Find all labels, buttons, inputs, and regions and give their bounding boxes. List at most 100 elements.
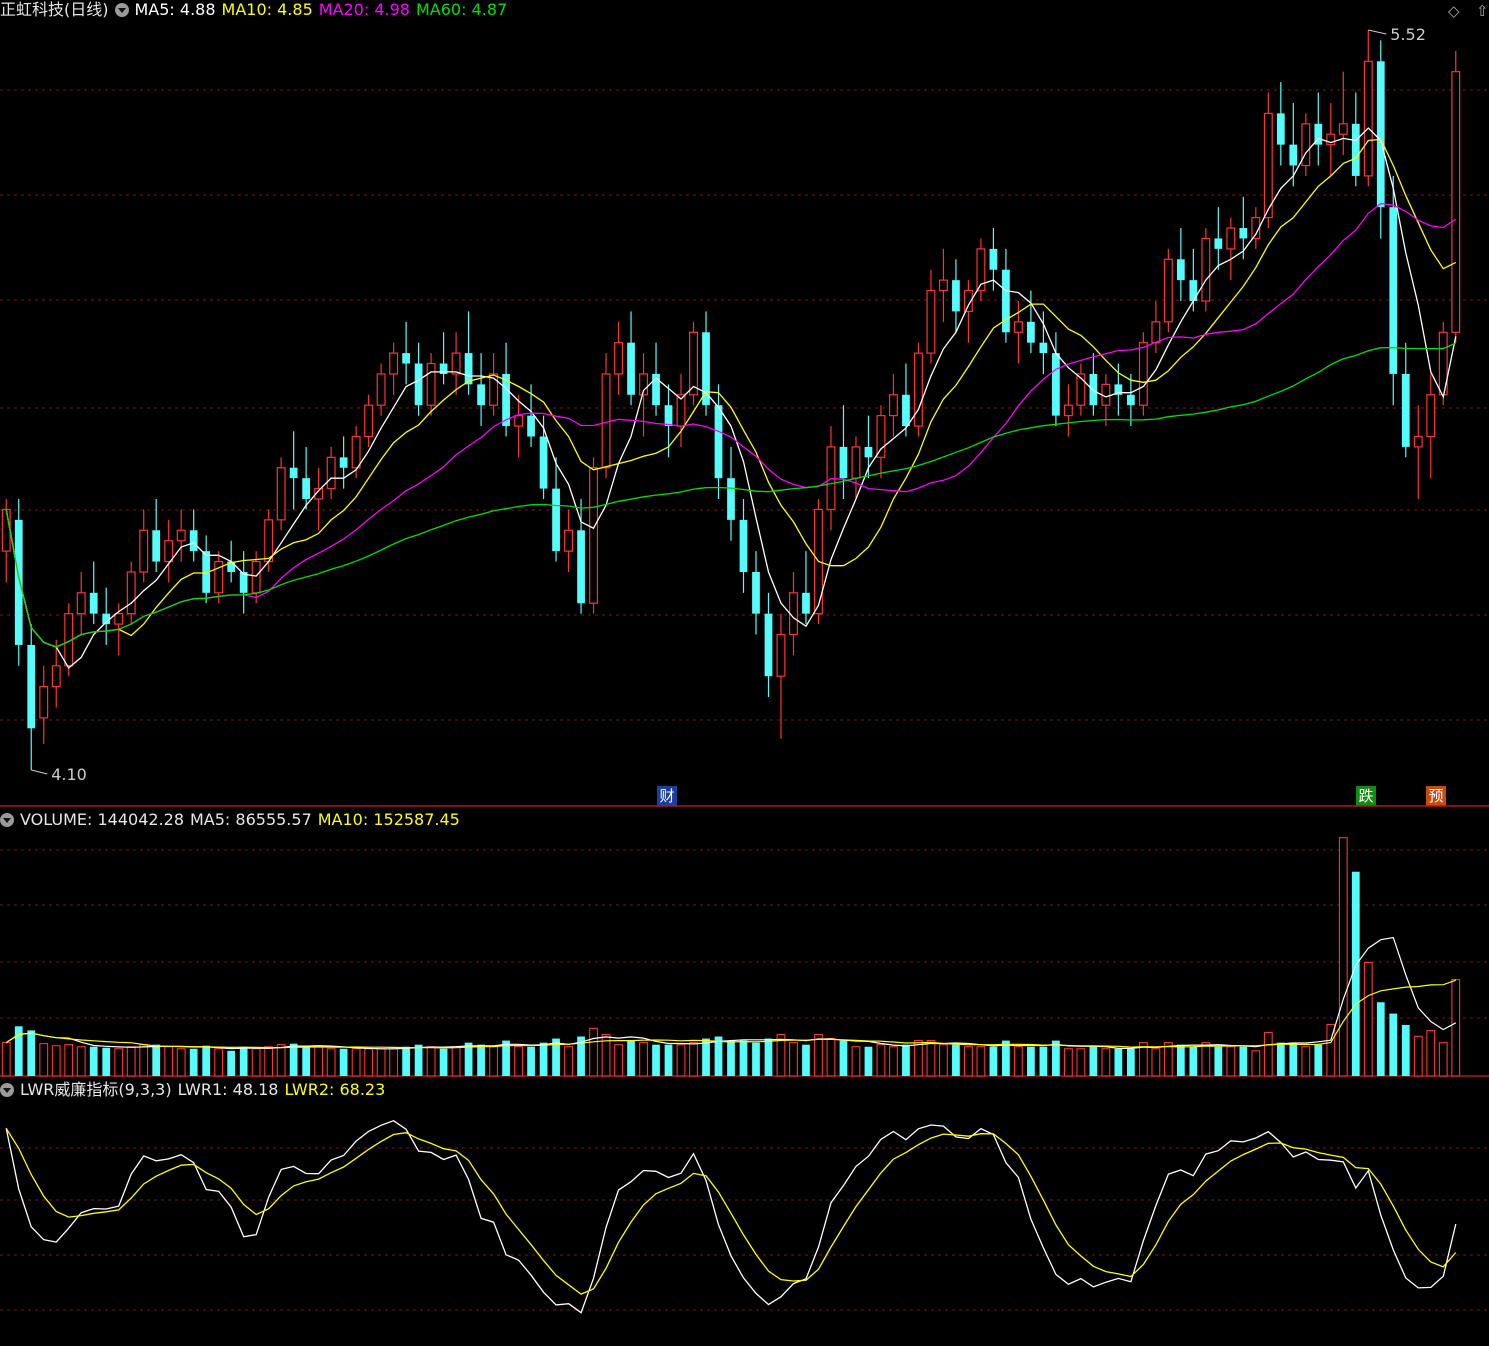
candle-body [39, 686, 49, 719]
volume-bar [302, 1046, 311, 1076]
candle-body [351, 435, 361, 469]
volume-bar [727, 1040, 735, 1076]
volume-bar [876, 1044, 886, 1077]
low-price-label: 4.10 [51, 765, 87, 784]
candle-body [376, 373, 386, 406]
volume-bar [1451, 978, 1461, 1077]
volume-bar [902, 1044, 910, 1076]
candle-body [1189, 280, 1198, 301]
volume-bar [614, 1044, 623, 1077]
volume-bar [164, 1046, 174, 1077]
candle-body [989, 248, 998, 270]
volume-bar [589, 1027, 598, 1077]
candle-body [926, 289, 936, 354]
volume-bar [1426, 1030, 1436, 1077]
candle-body [851, 446, 861, 479]
volume-bar [989, 1046, 998, 1076]
volume-bar [451, 1046, 461, 1077]
candle-body [1138, 342, 1148, 406]
candle-body [938, 279, 948, 292]
candle-body [1176, 259, 1185, 281]
volume-bar [1, 1042, 11, 1077]
volume-bar [326, 1048, 336, 1077]
candle-body [876, 415, 886, 458]
volume-bar [739, 1040, 748, 1076]
volume-bar [351, 1048, 361, 1077]
candle-body [152, 530, 161, 562]
candle-body [1451, 71, 1461, 333]
candle-body [689, 331, 698, 396]
volume-ma5-line [5, 936, 1457, 1050]
candle-body [577, 530, 585, 604]
candle-body [1151, 321, 1161, 344]
volume-bar [364, 1048, 374, 1077]
candle-body [1351, 123, 1360, 176]
volume-bar [1151, 1048, 1161, 1077]
volume-bar [752, 1042, 760, 1076]
candle-body [739, 519, 748, 572]
candle-body [664, 405, 673, 427]
volume-bar [1438, 1042, 1448, 1077]
volume-bar [214, 1048, 224, 1077]
volume-bar [564, 1046, 573, 1077]
volume-bar [1089, 1046, 1098, 1076]
volume-bar [389, 1048, 399, 1077]
candle-body [426, 362, 436, 406]
volume-bar [489, 1046, 499, 1077]
candle-body [764, 613, 773, 677]
volume-bar [514, 1046, 523, 1077]
candle-body [902, 394, 910, 427]
candle-body [1263, 112, 1273, 219]
volume-bar [689, 1042, 698, 1077]
candle-body [614, 342, 624, 375]
volume-bar [1301, 1046, 1311, 1077]
candle-body [1089, 373, 1098, 406]
candle-body [864, 446, 873, 458]
volume-bar [627, 1040, 635, 1076]
candle-body [627, 342, 635, 395]
candle-body [176, 529, 186, 542]
volume-bar [527, 1046, 535, 1076]
volume-bar [814, 1033, 823, 1077]
low-marker-arrow [31, 769, 48, 775]
volume-ma10-line [5, 979, 1457, 1049]
volume-bar [889, 1046, 898, 1077]
candle-body [1201, 237, 1211, 302]
volume-bar [1201, 1042, 1211, 1077]
chart-canvas[interactable]: 5.52 4.10 [0, 0, 1489, 1346]
candle-body [464, 353, 473, 385]
volume-bar [176, 1048, 186, 1077]
candle-body [451, 352, 461, 375]
candle-body [477, 384, 485, 406]
volume-bar [239, 1046, 248, 1076]
volume-bar [102, 1047, 111, 1076]
candle-body [1013, 321, 1023, 333]
lwr1-line [5, 1119, 1457, 1314]
volume-bar [64, 1044, 74, 1077]
volume-bar [264, 1046, 274, 1077]
volume-bar [664, 1044, 673, 1076]
candle-body [589, 467, 599, 604]
volume-bar [1039, 1046, 1048, 1076]
candle-body [126, 571, 136, 615]
volume-bar [1214, 1046, 1223, 1076]
lwr2-line [5, 1127, 1457, 1295]
volume-bar [1263, 1031, 1273, 1077]
candle-body [539, 436, 548, 489]
volume-bar [126, 1046, 136, 1077]
candle-body [27, 644, 36, 729]
volume-bar [1239, 1046, 1248, 1076]
volume-bar [1114, 1048, 1123, 1076]
volume-bar [414, 1044, 423, 1076]
volume-bar [676, 1044, 686, 1077]
volume-bar [276, 1044, 286, 1077]
volume-bar [839, 1040, 848, 1076]
volume-bar [864, 1046, 873, 1076]
volume-bar [1002, 1040, 1010, 1076]
candle-body [51, 665, 61, 688]
volume-bar [1376, 1002, 1385, 1076]
candle-body [189, 530, 198, 552]
high-price-label: 5.52 [1390, 25, 1426, 44]
candle-body [714, 405, 723, 479]
volume-bar [702, 1038, 710, 1076]
